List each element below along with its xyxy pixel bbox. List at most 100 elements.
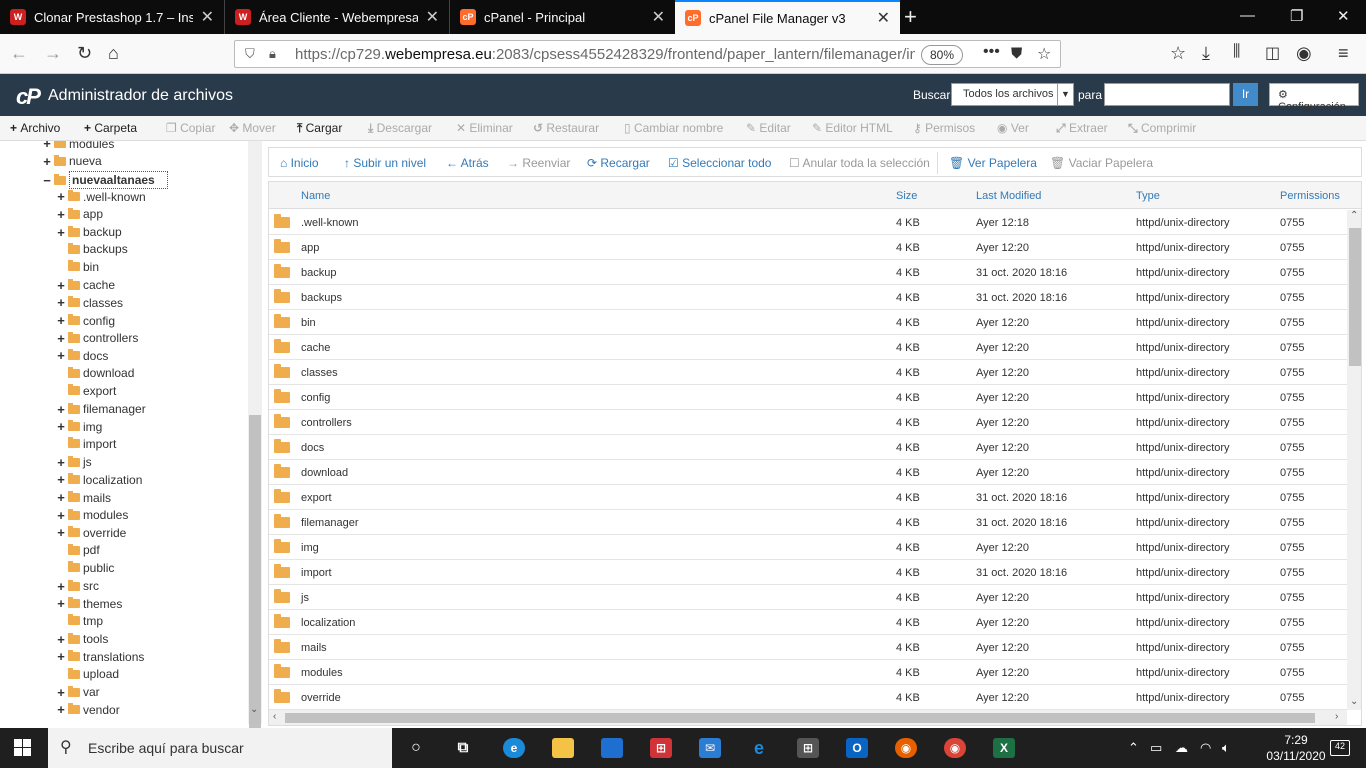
table-horizontal-scrollbar[interactable]: ‹ ›	[269, 710, 1347, 725]
expand-icon[interactable]: +	[56, 225, 66, 240]
toolbar-editor-html-button[interactable]: ✎ Editor HTML	[812, 121, 893, 135]
toolbar-carpeta-button[interactable]: + Carpeta	[84, 121, 137, 135]
firefox-icon[interactable]: ◉	[895, 738, 917, 758]
expand-icon[interactable]: +	[56, 455, 66, 470]
column-header-size[interactable]: Size	[896, 190, 917, 202]
windows-start-icon[interactable]	[14, 739, 32, 757]
scroll-up-icon[interactable]: ⌃	[1350, 210, 1358, 221]
go-button[interactable]: Ir	[1233, 83, 1258, 106]
store-icon[interactable]: ⊞	[797, 738, 819, 758]
tree-item[interactable]: + vendor	[56, 702, 120, 717]
table-row[interactable]: bin 4 KB Ayer 12:20 httpd/unix-directory 075…	[269, 310, 1347, 335]
menu-hamburger-icon[interactable]: ≡	[1338, 43, 1349, 64]
tree-item[interactable]: bin	[56, 260, 99, 274]
scroll-right-icon[interactable]: ›	[1335, 711, 1338, 722]
tree-item[interactable]: + config	[56, 313, 115, 328]
expand-icon[interactable]: +	[56, 649, 66, 664]
pocket-icon[interactable]: ⛊	[1011, 45, 1022, 62]
expand-icon[interactable]: +	[56, 490, 66, 505]
toolbar-extraer-button[interactable]: ⤢ Extraer	[1056, 121, 1108, 136]
expand-icon[interactable]: +	[56, 278, 66, 293]
table-row[interactable]: backup 4 KB 31 oct. 2020 18:16 httpd/unix-d…	[269, 260, 1347, 285]
expand-icon[interactable]: +	[56, 596, 66, 611]
tree-scrollbar-thumb[interactable]	[249, 415, 261, 735]
tree-item[interactable]: upload	[56, 667, 119, 681]
table-row[interactable]: override 4 KB Ayer 12:20 httpd/unix-directo…	[269, 685, 1347, 710]
toolbar-archivo-button[interactable]: + Archivo	[10, 121, 60, 135]
forward-arrow-icon[interactable]: →	[44, 43, 62, 64]
tree-item[interactable]: + app	[56, 207, 103, 222]
browser-tab[interactable]: cP cPanel - Principal ✕	[450, 0, 675, 34]
bookmark-star-icon[interactable]: ☆	[1037, 44, 1051, 64]
wifi-icon[interactable]: ◠	[1200, 740, 1211, 756]
zoom-level-badge[interactable]: 80%	[921, 45, 964, 65]
table-row[interactable]: modules 4 KB Ayer 12:20 httpd/unix-director…	[269, 660, 1347, 685]
toolbar-editar-button[interactable]: ✎ Editar	[746, 121, 791, 135]
collapse-icon[interactable]: −	[42, 173, 52, 188]
scroll-down-icon[interactable]: ⌄	[250, 704, 258, 715]
tree-item[interactable]: + var	[56, 685, 99, 700]
expand-icon[interactable]: +	[56, 419, 66, 434]
tree-item[interactable]: + controllers	[56, 331, 138, 346]
tree-item[interactable]: + .well-known	[56, 189, 146, 204]
toolbar-copiar-button[interactable]: ❐ Copiar	[166, 121, 215, 135]
outlook-icon[interactable]: O	[846, 738, 868, 758]
table-row[interactable]: filemanager 4 KB 31 oct. 2020 18:16 httpd/u…	[269, 510, 1347, 535]
task-view-icon[interactable]: ⧉	[452, 738, 474, 758]
tree-item[interactable]: + modules	[42, 141, 114, 151]
tree-item[interactable]: backups	[56, 242, 128, 256]
table-vertical-scrollbar[interactable]: ⌃ ⌄	[1347, 210, 1361, 710]
toolbar-cargar-button[interactable]: ⤒ Cargar	[297, 121, 342, 136]
table-row[interactable]: classes 4 KB Ayer 12:20 httpd/unix-director…	[269, 360, 1347, 385]
gift-icon[interactable]: ⊞	[650, 738, 672, 758]
cortana-icon[interactable]: ○	[405, 738, 427, 758]
toolbar-descargar-button[interactable]: ⤓ Descargar	[368, 121, 432, 136]
close-window-icon[interactable]: ✕	[1337, 7, 1350, 25]
table-row[interactable]: js 4 KB Ayer 12:20 httpd/unix-directory 0755	[269, 585, 1347, 610]
nav-recargar-button[interactable]: ⟳ Recargar	[587, 156, 650, 170]
toolbar-mover-button[interactable]: ✥ Mover	[229, 121, 276, 135]
scroll-left-icon[interactable]: ‹	[273, 711, 276, 722]
tree-item[interactable]: + themes	[56, 596, 122, 611]
horizontal-scrollbar-thumb[interactable]	[285, 713, 1315, 723]
expand-icon[interactable]: +	[56, 207, 66, 222]
battery-icon[interactable]: ▭	[1150, 740, 1162, 756]
tree-item[interactable]: + docs	[56, 348, 108, 363]
tree-item[interactable]: download	[56, 366, 134, 380]
toolbar-cambiar-nombre-button[interactable]: ▯ Cambiar nombre	[624, 121, 723, 135]
toolbar-permisos-button[interactable]: ⚷ Permisos	[913, 121, 975, 135]
tree-item[interactable]: + classes	[56, 295, 123, 310]
tree-item[interactable]: − nuevaaltanaes	[42, 171, 168, 190]
expand-icon[interactable]: +	[56, 313, 66, 328]
table-row[interactable]: download 4 KB Ayer 12:20 httpd/unix-directo…	[269, 460, 1347, 485]
close-tab-icon[interactable]: ✕	[877, 8, 890, 28]
expand-icon[interactable]: +	[56, 525, 66, 540]
reload-icon[interactable]: ↻	[77, 43, 92, 64]
edge-icon[interactable]: e	[503, 738, 525, 758]
column-header-permissions[interactable]: Permissions	[1280, 190, 1340, 202]
tree-item[interactable]: import	[56, 437, 116, 451]
table-row[interactable]: localization 4 KB Ayer 12:20 httpd/unix-dir…	[269, 610, 1347, 635]
tree-item[interactable]: tmp	[56, 614, 103, 628]
more-actions-icon[interactable]: •••	[983, 43, 1000, 61]
downloads-icon[interactable]: ⤓	[1202, 43, 1210, 64]
tree-item[interactable]: + cache	[56, 278, 115, 293]
volume-icon[interactable]: 🔈︎	[1222, 740, 1230, 756]
nav-anular-toda-la-selección-button[interactable]: ☐ Anular toda la selección	[789, 156, 930, 170]
chevron-up-icon[interactable]: ⌃	[1128, 740, 1139, 756]
tree-item[interactable]: + override	[56, 525, 126, 540]
tree-item[interactable]: + img	[56, 419, 102, 434]
new-tab-plus-icon[interactable]: +	[904, 4, 917, 30]
search-input[interactable]	[1104, 83, 1230, 106]
tree-item[interactable]: + modules	[56, 508, 128, 523]
tree-item[interactable]: + src	[56, 579, 99, 594]
column-header-name[interactable]: Name	[301, 190, 330, 202]
cpanel-logo[interactable]: cP	[16, 84, 41, 110]
nav-seleccionar-todo-button[interactable]: ☑ Seleccionar todo	[668, 156, 771, 170]
browser-tab-active[interactable]: cP cPanel File Manager v3 ✕	[675, 0, 900, 34]
nav-reenviar-button[interactable]: → Reenviar	[507, 156, 570, 170]
expand-icon[interactable]: +	[42, 141, 52, 151]
nav-atrás-button[interactable]: ← Atrás	[446, 156, 489, 170]
expand-icon[interactable]: +	[56, 348, 66, 363]
tree-item[interactable]: export	[56, 384, 116, 398]
